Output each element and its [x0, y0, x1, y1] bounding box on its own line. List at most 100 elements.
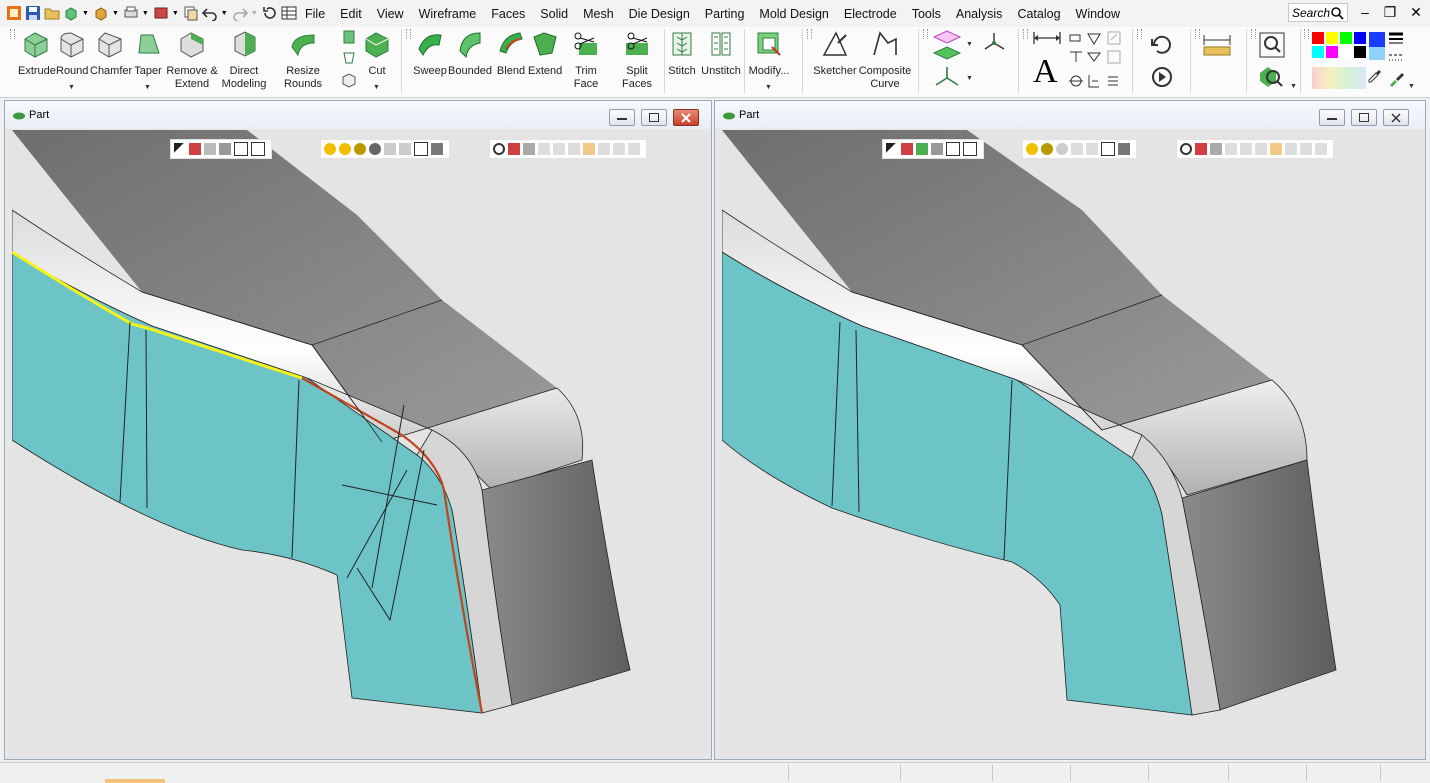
light-color-palette[interactable]: [1312, 67, 1366, 89]
snap-icon[interactable]: [1210, 143, 1222, 155]
color-swatch-white[interactable]: [1340, 46, 1352, 58]
menu-mesh[interactable]: Mesh: [576, 7, 622, 21]
text-annotation-icon[interactable]: A: [1033, 55, 1058, 89]
model-render[interactable]: [12, 130, 706, 753]
forward-arrow-icon[interactable]: [1086, 143, 1098, 155]
copy-icon[interactable]: [183, 5, 199, 21]
home-view-icon[interactable]: [1270, 143, 1282, 155]
model-render[interactable]: [722, 130, 1420, 753]
pick-icon[interactable]: [508, 143, 520, 155]
menu-wireframe[interactable]: Wireframe: [412, 7, 485, 21]
layer-icon[interactable]: [1240, 143, 1252, 155]
split-faces-button[interactable]: Split Faces: [611, 27, 663, 91]
view-cube-icon[interactable]: [414, 142, 428, 156]
chamfer-button[interactable]: Chamfer: [90, 27, 132, 78]
unstitch-button[interactable]: Unstitch: [700, 27, 742, 78]
window-titlebar[interactable]: Part: [715, 101, 1425, 129]
toolbar-grip[interactable]: [1137, 29, 1142, 39]
remove-extend-button[interactable]: Remove & Extend: [166, 27, 218, 91]
snap-icon[interactable]: [523, 143, 535, 155]
sweep-button[interactable]: Sweep: [412, 27, 448, 78]
select-face-icon[interactable]: [916, 143, 928, 155]
render-icon[interactable]: [153, 5, 169, 21]
filter-icon[interactable]: [1285, 143, 1297, 155]
solid-shade-icon[interactable]: [93, 5, 109, 21]
box-icon[interactable]: [341, 72, 357, 88]
menu-electrode[interactable]: Electrode: [837, 7, 905, 21]
select-box-icon[interactable]: [234, 142, 248, 156]
maximize-button[interactable]: [1351, 109, 1377, 126]
menu-analysis[interactable]: Analysis: [949, 7, 1011, 21]
app-restore-button[interactable]: ❐: [1380, 4, 1400, 21]
select-cube-icon[interactable]: [189, 143, 201, 155]
cut-dropdown-icon[interactable]: ▼: [373, 84, 380, 91]
dropdown-arrow-icon[interactable]: ▼: [142, 10, 149, 17]
sketcher-button[interactable]: Sketcher: [812, 27, 858, 78]
color-swatch-blue[interactable]: [1354, 32, 1366, 44]
select-window-icon[interactable]: [963, 142, 977, 156]
save-icon[interactable]: [25, 5, 41, 21]
center-mark-icon[interactable]: [1086, 73, 1102, 89]
light-bulb-icon[interactable]: [354, 143, 366, 155]
weld-icon[interactable]: [1068, 73, 1084, 89]
color-swatch-magenta[interactable]: [1326, 46, 1338, 58]
dropdown-arrow-icon[interactable]: ▼: [251, 10, 258, 17]
bounded-button[interactable]: Bounded: [448, 27, 492, 78]
menu-window[interactable]: Window: [1069, 7, 1128, 21]
filter-icon[interactable]: [1315, 143, 1327, 155]
forward-arrow-icon[interactable]: [399, 143, 411, 155]
select-box-icon[interactable]: [946, 142, 960, 156]
view-cube-icon[interactable]: [1101, 142, 1115, 156]
rotate-icon[interactable]: [493, 143, 505, 155]
composite-curve-button[interactable]: Composite Curve: [858, 27, 912, 91]
select-filter-icon[interactable]: [931, 143, 943, 155]
menu-catalog[interactable]: Catalog: [1010, 7, 1068, 21]
history-replay-icon[interactable]: [1148, 63, 1176, 91]
plane-green-icon[interactable]: [932, 45, 962, 61]
back-arrow-icon[interactable]: [1071, 143, 1083, 155]
light-bulb-icon[interactable]: [1026, 143, 1038, 155]
menu-solid[interactable]: Solid: [533, 7, 576, 21]
toolbar-grip[interactable]: [923, 29, 928, 39]
direct-modeling-button[interactable]: Direct Modeling: [220, 27, 268, 91]
rotate-icon[interactable]: [1180, 143, 1192, 155]
color-swatch-cyan[interactable]: [1312, 46, 1324, 58]
grid-icon[interactable]: [538, 143, 550, 155]
menu-die-design[interactable]: Die Design: [622, 7, 698, 21]
cut-button[interactable]: Cut: [360, 27, 394, 78]
home-view-icon[interactable]: [583, 143, 595, 155]
line-style-icon[interactable]: [1388, 51, 1404, 67]
modify-button[interactable]: Modify...: [746, 27, 792, 78]
redo-icon[interactable]: [232, 5, 248, 21]
grid-icon[interactable]: [1225, 143, 1237, 155]
axis-icon[interactable]: [982, 31, 1006, 55]
app-close-button[interactable]: ✕: [1406, 4, 1426, 21]
dropdown-arrow-icon[interactable]: ▼: [82, 10, 89, 17]
menu-edit[interactable]: Edit: [333, 7, 370, 21]
app-minimize-button[interactable]: –: [1355, 4, 1375, 20]
pick-icon[interactable]: [1195, 143, 1207, 155]
extrude-button[interactable]: Extrude: [18, 27, 56, 78]
light-bulb-icon[interactable]: [324, 143, 336, 155]
toolbar-grip[interactable]: [406, 29, 411, 39]
close-button[interactable]: [1383, 109, 1409, 126]
render-mode-icon[interactable]: [1118, 143, 1130, 155]
color-swatch-green[interactable]: [1340, 32, 1352, 44]
menu-faces[interactable]: Faces: [484, 7, 533, 21]
blend-button[interactable]: Blend: [494, 27, 528, 78]
close-button[interactable]: [673, 109, 699, 126]
light-bulb-icon[interactable]: [1041, 143, 1053, 155]
taper-dropdown-icon[interactable]: ▼: [144, 84, 151, 91]
dropdown-arrow-icon[interactable]: ▼: [112, 10, 119, 17]
minimize-button[interactable]: [609, 109, 635, 126]
triangle-icon[interactable]: [1086, 49, 1102, 65]
label-icon[interactable]: [1106, 49, 1122, 65]
maximize-button[interactable]: [641, 109, 667, 126]
coordinate-system-icon[interactable]: [934, 65, 960, 91]
measure-ruler-icon[interactable]: [1202, 31, 1232, 59]
plane-pink-icon[interactable]: [932, 29, 962, 45]
surface-finish-icon[interactable]: [1086, 30, 1102, 46]
extend-button[interactable]: Extend: [528, 27, 562, 78]
table-note-icon[interactable]: [1106, 30, 1122, 46]
open-folder-icon[interactable]: [44, 5, 60, 21]
